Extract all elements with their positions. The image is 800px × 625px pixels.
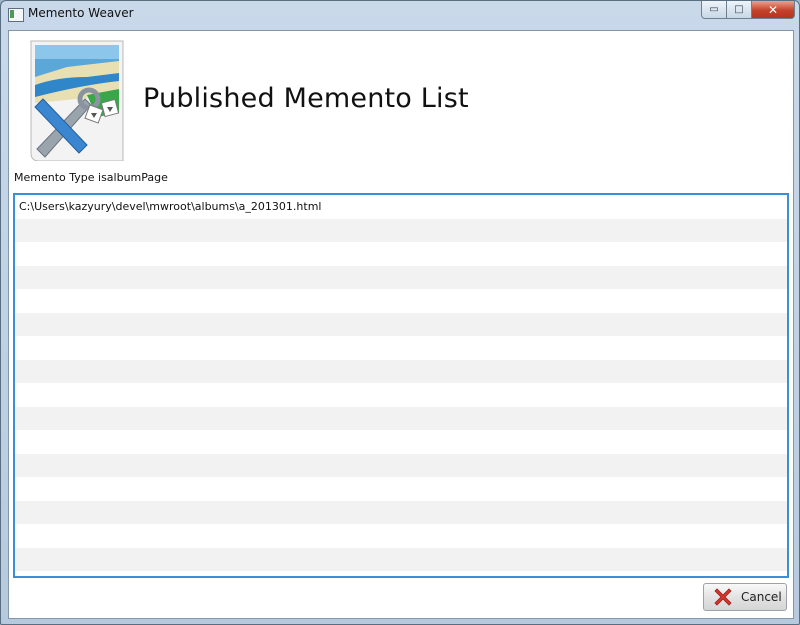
maximize-button[interactable]: □ <box>727 1 752 19</box>
published-memento-list[interactable]: C:\Users\kazyury\devel\mwroot\albums\a_2… <box>13 193 789 578</box>
minimize-button[interactable]: ▭ <box>701 1 727 19</box>
dialog-content: Published Memento List Memento Type isal… <box>8 30 794 619</box>
cancel-button-label: Cancel <box>741 590 782 604</box>
list-item[interactable] <box>15 242 787 266</box>
list-item[interactable] <box>15 218 787 242</box>
page-title: Published Memento List <box>143 83 469 114</box>
title-bar[interactable]: Memento Weaver ▭ □ ✕ <box>1 1 799 29</box>
list-item[interactable] <box>15 383 787 407</box>
list-item[interactable] <box>15 477 787 501</box>
app-window: Memento Weaver ▭ □ ✕ Published Memento L… <box>0 0 800 625</box>
maximize-icon: □ <box>734 4 744 15</box>
window-title: Memento Weaver <box>28 6 134 20</box>
cancel-button[interactable]: Cancel <box>703 583 787 611</box>
list-item[interactable] <box>15 406 787 430</box>
list-item[interactable] <box>15 524 787 548</box>
list-item[interactable] <box>15 453 787 477</box>
memento-type-label: Memento Type isalbumPage <box>14 171 168 184</box>
list-item[interactable] <box>15 265 787 289</box>
list-item[interactable] <box>15 312 787 336</box>
list-item[interactable] <box>15 289 787 313</box>
list-item[interactable] <box>15 430 787 454</box>
list-item[interactable] <box>15 500 787 524</box>
list-item[interactable] <box>15 336 787 360</box>
red-x-icon <box>714 588 732 606</box>
list-item[interactable] <box>15 547 787 571</box>
list-item[interactable]: C:\Users\kazyury\devel\mwroot\albums\a_2… <box>15 195 787 219</box>
close-button[interactable]: ✕ <box>752 1 795 19</box>
close-icon: ✕ <box>767 2 779 17</box>
app-icon[interactable] <box>8 8 24 22</box>
minimize-icon: ▭ <box>709 4 719 15</box>
memento-weaver-logo-icon <box>30 40 124 161</box>
caption-buttons: ▭ □ ✕ <box>701 1 795 20</box>
list-item[interactable] <box>15 359 787 383</box>
